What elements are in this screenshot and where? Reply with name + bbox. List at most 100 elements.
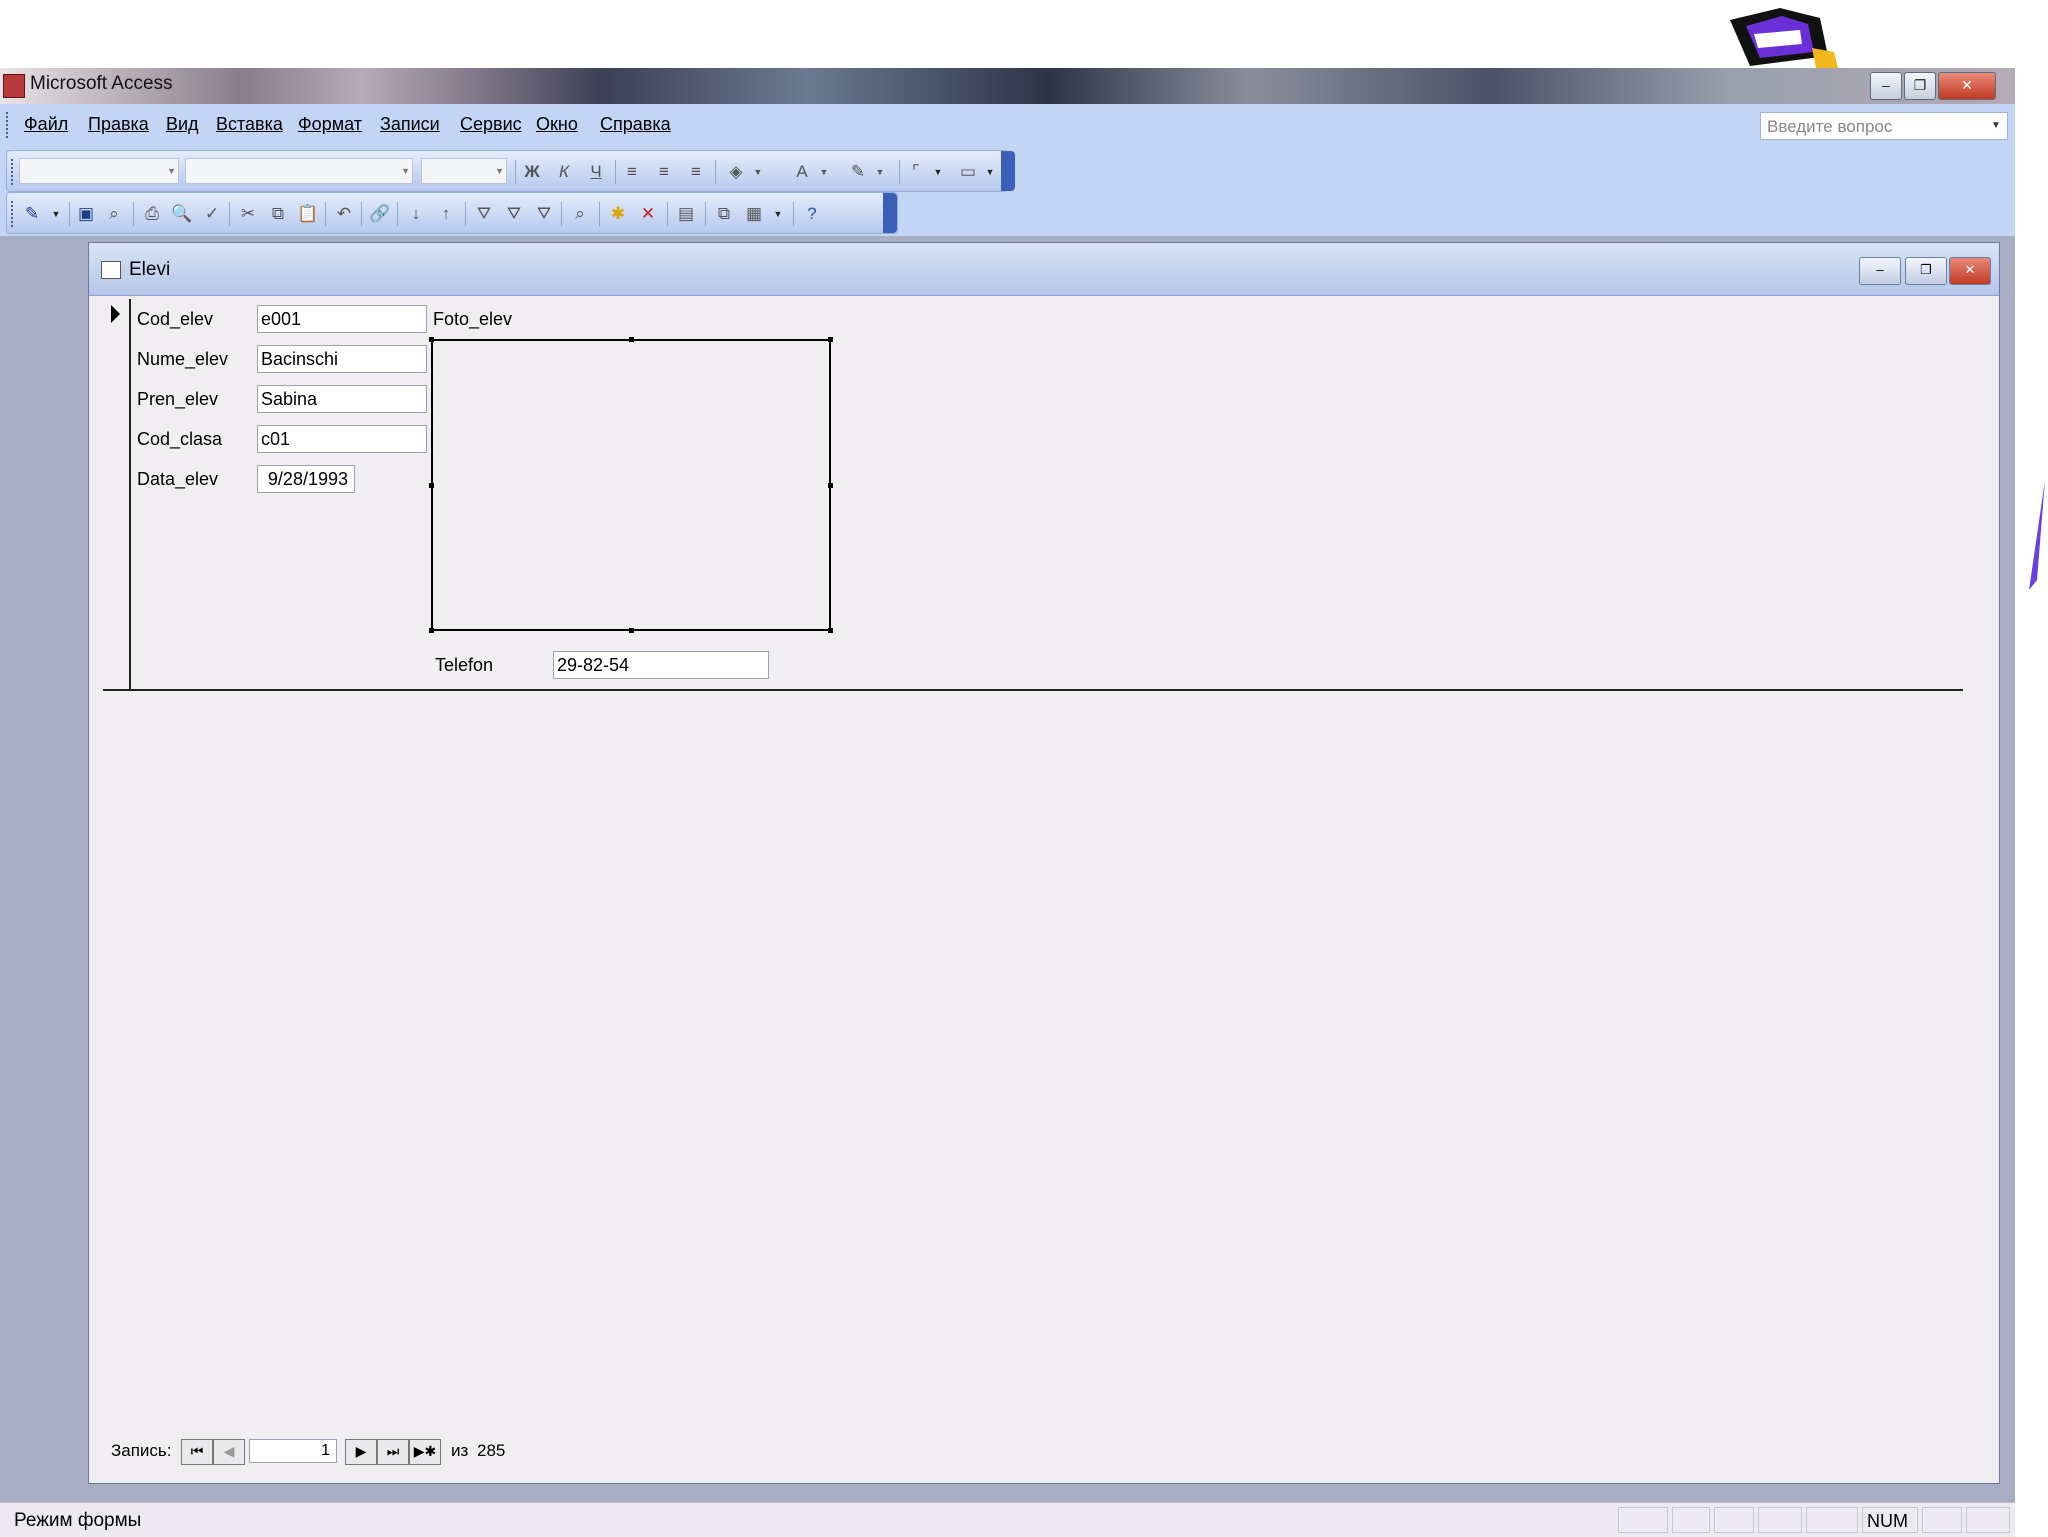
input-cod-elev[interactable]: e001	[257, 305, 427, 333]
toolbar-options-icon[interactable]	[1001, 151, 1015, 191]
font-color-icon[interactable]: A	[791, 161, 813, 183]
menu-help[interactable]: Справка	[600, 114, 671, 135]
menu-format[interactable]: Формат	[298, 114, 362, 135]
app-title-bar: Microsoft Access – ❐ ✕	[0, 68, 2015, 104]
toolbar-options-icon[interactable]	[883, 193, 897, 233]
resize-handle[interactable]	[429, 483, 434, 488]
new-object-icon[interactable]: ▦	[743, 203, 765, 225]
resize-handle[interactable]	[828, 337, 833, 342]
toolbar-separator	[465, 202, 466, 226]
menu-records[interactable]: Записи	[380, 114, 440, 135]
help-icon[interactable]: ?	[801, 203, 823, 225]
underline-icon[interactable]: Ч	[585, 161, 607, 183]
photo-frame[interactable]	[431, 339, 831, 631]
menu-window[interactable]: Окно	[536, 114, 578, 135]
fill-color-icon[interactable]: ◈	[725, 161, 747, 183]
input-data-elev[interactable]: 9/28/1993	[257, 465, 355, 493]
resize-handle[interactable]	[828, 628, 833, 633]
first-record-icon[interactable]: ⏮	[181, 1439, 213, 1465]
last-record-icon[interactable]: ⏭	[377, 1439, 409, 1465]
save-icon[interactable]: ▣	[75, 203, 97, 225]
record-number-input[interactable]: 1	[249, 1439, 337, 1463]
record-selector[interactable]	[103, 299, 131, 689]
previous-record-icon[interactable]: ◀	[213, 1439, 245, 1465]
chevron-down-icon[interactable]: ▼	[767, 203, 789, 225]
ask-question-box[interactable]: Введите вопрос ▼	[1760, 112, 2008, 140]
new-record-icon[interactable]: ✱	[607, 203, 629, 225]
line-color-icon[interactable]: ✎	[847, 161, 869, 183]
properties-icon[interactable]: ▤	[675, 203, 697, 225]
border-icon[interactable]: ⌜	[905, 161, 927, 183]
menu-file[interactable]: Файл	[24, 114, 68, 135]
hyperlink-icon[interactable]: 🔗	[369, 203, 391, 225]
input-telefon[interactable]: 29-82-54	[553, 651, 769, 679]
delete-record-icon[interactable]: ✕	[637, 203, 659, 225]
form-close-button[interactable]: ✕	[1949, 257, 1991, 285]
apply-filter-icon[interactable]: ⛛	[533, 203, 555, 225]
record-navigator: Запись: ⏮ ◀ 1 ▶ ⏭ ▶✱ из 285	[111, 1439, 711, 1467]
new-record-nav-icon[interactable]: ▶✱	[409, 1439, 441, 1465]
chevron-down-icon[interactable]: ▼	[927, 161, 949, 183]
sort-ascending-icon[interactable]: ↓	[405, 203, 427, 225]
ask-question-placeholder: Введите вопрос	[1767, 117, 1893, 136]
menu-service[interactable]: Сервис	[460, 114, 522, 135]
resize-handle[interactable]	[429, 628, 434, 633]
input-nume-elev[interactable]: Bacinschi	[257, 345, 427, 373]
toolbar-grip[interactable]	[11, 159, 17, 185]
align-center-icon[interactable]: ≡	[653, 161, 675, 183]
current-record-arrow-icon	[111, 305, 120, 323]
record-total: 285	[477, 1441, 506, 1460]
chevron-down-icon[interactable]: ▼	[813, 161, 835, 183]
chevron-down-icon[interactable]: ▼	[1987, 113, 2005, 139]
chevron-down-icon[interactable]: ▼	[979, 161, 1001, 183]
input-pren-elev[interactable]: Sabina	[257, 385, 427, 413]
cut-icon[interactable]: ✂	[237, 203, 259, 225]
input-cod-clasa[interactable]: c01	[257, 425, 427, 453]
menu-grip[interactable]	[6, 112, 12, 138]
filter-by-form-icon[interactable]: ⛛	[503, 203, 525, 225]
print-icon[interactable]: ⎙	[141, 203, 163, 225]
detail-section-divider	[103, 689, 1963, 691]
close-button[interactable]: ✕	[1938, 72, 1996, 100]
formatting-toolbar: ▼ ▼ ▼ Ж К Ч ≡ ≡ ≡ ◈ ▼ A ▼ ✎ ▼ ⌜ ▼ ▭ ▼	[6, 150, 1015, 192]
label-cod-elev: Cod_elev	[137, 309, 214, 329]
paste-icon[interactable]: 📋	[297, 203, 319, 225]
bold-icon[interactable]: Ж	[521, 161, 543, 183]
copy-icon[interactable]: ⧉	[267, 203, 289, 225]
resize-handle[interactable]	[629, 337, 634, 342]
menu-insert[interactable]: Вставка	[216, 114, 283, 135]
line-width-icon[interactable]: ▭	[957, 161, 979, 183]
sort-descending-icon[interactable]: ↑	[435, 203, 457, 225]
align-right-icon[interactable]: ≡	[685, 161, 707, 183]
resize-handle[interactable]	[828, 483, 833, 488]
spelling-icon[interactable]: ✓	[201, 203, 223, 225]
chevron-down-icon[interactable]: ▼	[747, 161, 769, 183]
restore-button[interactable]: ❐	[1904, 72, 1936, 100]
italic-icon[interactable]: К	[553, 161, 575, 183]
label-nume-elev: Nume_elev	[137, 349, 229, 369]
print-preview-icon[interactable]: 🔍	[171, 203, 193, 225]
find-icon[interactable]: ⌕	[569, 203, 591, 225]
resize-handle[interactable]	[629, 628, 634, 633]
font-name-combo[interactable]: ▼	[185, 158, 413, 184]
align-left-icon[interactable]: ≡	[621, 161, 643, 183]
toolbar-grip[interactable]	[11, 201, 17, 227]
menu-view[interactable]: Вид	[166, 114, 199, 135]
chevron-down-icon[interactable]: ▼	[869, 161, 891, 183]
minimize-button[interactable]: –	[1870, 72, 1902, 100]
status-mode-text: Режим формы	[14, 1510, 142, 1531]
toolbar-separator	[397, 202, 398, 226]
form-minimize-button[interactable]: –	[1859, 257, 1901, 285]
chevron-down-icon[interactable]: ▼	[45, 203, 67, 225]
font-size-combo[interactable]: ▼	[421, 158, 507, 184]
undo-icon[interactable]: ↶	[333, 203, 355, 225]
filter-by-selection-icon[interactable]: ⛛	[473, 203, 495, 225]
resize-handle[interactable]	[429, 337, 434, 342]
menu-edit[interactable]: Правка	[88, 114, 149, 135]
database-window-icon[interactable]: ⧉	[713, 203, 735, 225]
form-restore-button[interactable]: ❐	[1905, 257, 1947, 285]
file-search-icon[interactable]: ⌕	[103, 203, 125, 225]
object-combo[interactable]: ▼	[19, 158, 179, 184]
next-record-icon[interactable]: ▶	[345, 1439, 377, 1465]
view-icon[interactable]: ✎	[21, 203, 43, 225]
